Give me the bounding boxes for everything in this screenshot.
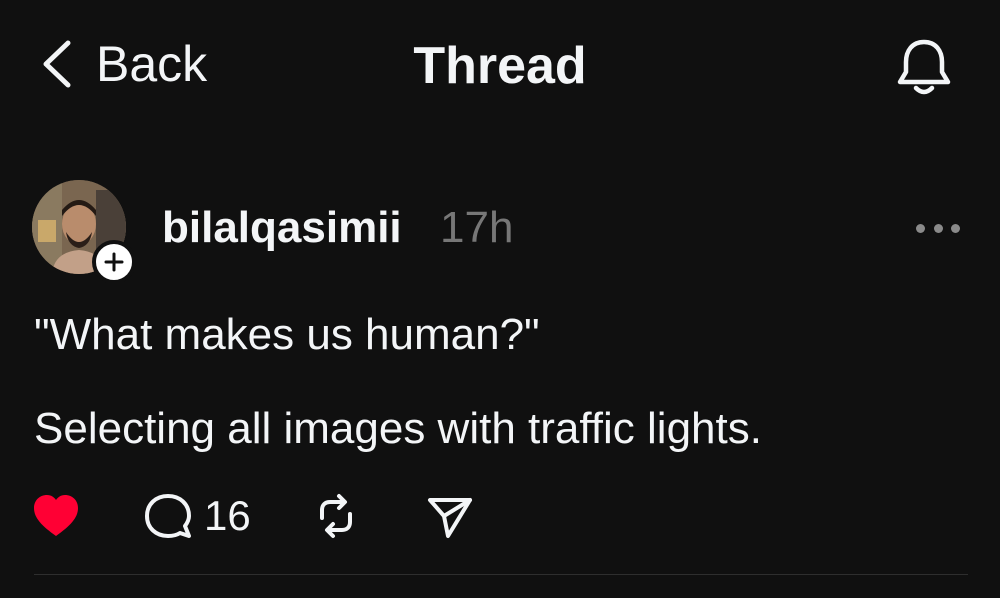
repost-icon xyxy=(320,494,352,538)
comment-icon xyxy=(145,494,191,538)
post-actions: 16 xyxy=(0,488,1000,544)
post-text-line: Selecting all images with traffic lights… xyxy=(34,404,762,453)
send-icon xyxy=(428,498,472,538)
follow-button[interactable] xyxy=(92,240,136,284)
nav-bar: Back Thread xyxy=(0,0,1000,130)
post-text-line: "What makes us human?" xyxy=(34,310,540,359)
post-divider xyxy=(34,574,968,575)
thread-post: bilalqasimii 17h "What makes us human?" … xyxy=(0,170,1000,590)
more-options-button[interactable] xyxy=(912,214,964,242)
reply-button[interactable]: 16 xyxy=(144,488,251,544)
back-button[interactable]: Back xyxy=(40,34,207,94)
back-label: Back xyxy=(96,36,208,92)
repost-button[interactable] xyxy=(312,488,360,544)
chevron-left-icon xyxy=(43,40,71,88)
more-dot xyxy=(916,223,925,233)
more-dot xyxy=(951,223,960,233)
avatar-container xyxy=(32,180,138,286)
reply-count: 16 xyxy=(204,492,251,539)
like-button[interactable] xyxy=(32,488,80,544)
notifications-button[interactable] xyxy=(892,36,956,100)
bell-icon xyxy=(897,39,951,95)
share-button[interactable] xyxy=(426,488,474,544)
plus-icon xyxy=(104,252,124,272)
heart-icon xyxy=(34,495,78,536)
post-username[interactable]: bilalqasimii xyxy=(162,203,402,253)
more-dot xyxy=(933,223,943,233)
post-timestamp: 17h xyxy=(440,203,514,252)
